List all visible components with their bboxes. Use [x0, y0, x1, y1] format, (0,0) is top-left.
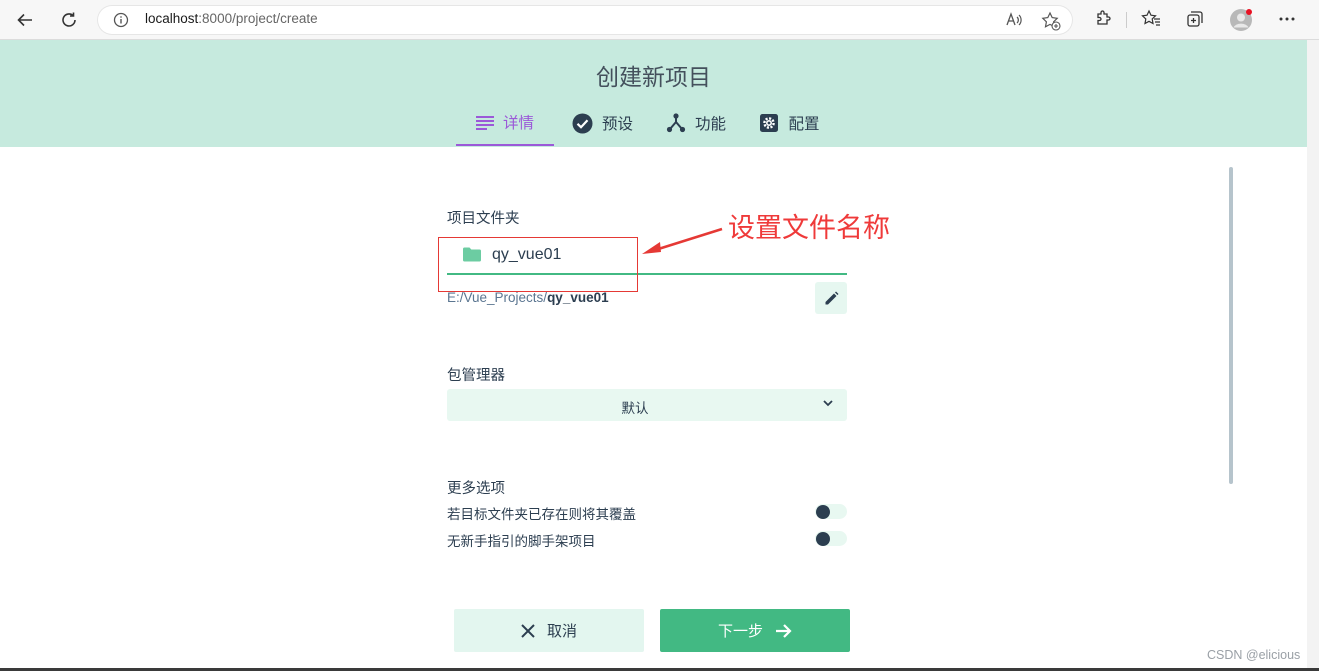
tab-presets-label: 预设 [601, 115, 633, 133]
tab-details[interactable]: 详情 [456, 100, 554, 146]
profile-avatar[interactable] [1229, 8, 1253, 32]
package-manager-label: 包管理器 [447, 368, 505, 384]
tab-features-label: 功能 [694, 115, 726, 133]
arrow-right-icon [776, 623, 792, 638]
package-manager-value: 默认 [621, 401, 649, 417]
tab-config-label: 配置 [788, 115, 820, 133]
tab-config[interactable]: 配置 [741, 100, 838, 146]
annotation-text: 设置文件名称 [728, 213, 890, 244]
pencil-icon [825, 291, 838, 304]
path-name: qy_vue01 [547, 290, 609, 305]
browser-toolbar: localhost:8000/project/create [0, 0, 1319, 40]
address-bar[interactable]: localhost:8000/project/create [97, 5, 1073, 35]
toggle-knob [816, 531, 830, 546]
watermark: CSDN @elicious [1207, 648, 1301, 662]
check-circle-icon [572, 113, 593, 133]
toggle-knob [816, 504, 830, 519]
option-no-guide-label: 无新手指引的脚手架项目 [447, 534, 596, 550]
more-options-label: 更多选项 [447, 481, 505, 497]
favorites-icon[interactable] [1141, 9, 1161, 29]
toolbar-separator [1126, 12, 1127, 28]
next-button[interactable]: 下一步 [660, 609, 850, 652]
collections-icon[interactable] [1185, 9, 1205, 29]
edit-path-button[interactable] [815, 282, 847, 314]
step-tabs: 详情 预设 功能 配置 [456, 100, 838, 146]
favorite-add-icon[interactable] [1041, 11, 1061, 31]
option-overwrite-label: 若目标文件夹已存在则将其覆盖 [447, 507, 636, 523]
back-button[interactable] [11, 6, 39, 34]
cancel-button[interactable]: 取消 [454, 609, 644, 652]
refresh-button[interactable] [55, 6, 83, 34]
option-no-guide-toggle[interactable] [815, 531, 847, 546]
refresh-icon [62, 12, 76, 27]
arrow-left-icon [17, 13, 32, 27]
next-label: 下一步 [717, 622, 763, 640]
url-host: localhost [145, 11, 199, 26]
content-scrollbar-thumb[interactable] [1229, 167, 1233, 484]
gear-icon [760, 114, 779, 132]
url-path: :8000/project/create [198, 11, 318, 26]
path-prefix: E:/Vue_Projects/ [447, 290, 548, 305]
project-path: E:/Vue_Projects/qy_vue01 [447, 290, 609, 305]
chevron-down-icon [823, 400, 833, 407]
url-text: localhost:8000/project/create [145, 11, 318, 26]
option-overwrite-toggle[interactable] [815, 504, 847, 519]
read-aloud-icon[interactable] [1005, 11, 1023, 29]
package-manager-select[interactable]: 默认 [447, 389, 847, 421]
annotation-highlight-box [438, 237, 638, 292]
app-header: 创建新项目 详情 预设 功能 配置 [0, 40, 1307, 147]
more-options-icon[interactable] [1277, 9, 1297, 29]
cancel-label: 取消 [546, 622, 577, 640]
tab-features[interactable]: 功能 [651, 100, 741, 146]
avatar-icon [1230, 9, 1252, 31]
info-icon[interactable] [113, 12, 129, 28]
tab-details-label: 详情 [502, 114, 534, 132]
page-title: 创建新项目 [596, 65, 711, 91]
extensions-icon[interactable] [1093, 9, 1113, 29]
close-icon [521, 623, 535, 638]
annotation-arrow-icon [642, 227, 723, 254]
fork-icon [666, 113, 686, 133]
list-icon [475, 116, 494, 130]
folder-label: 项目文件夹 [447, 211, 520, 227]
tab-presets[interactable]: 预设 [554, 100, 651, 146]
window-scrollbar[interactable] [1307, 40, 1319, 671]
